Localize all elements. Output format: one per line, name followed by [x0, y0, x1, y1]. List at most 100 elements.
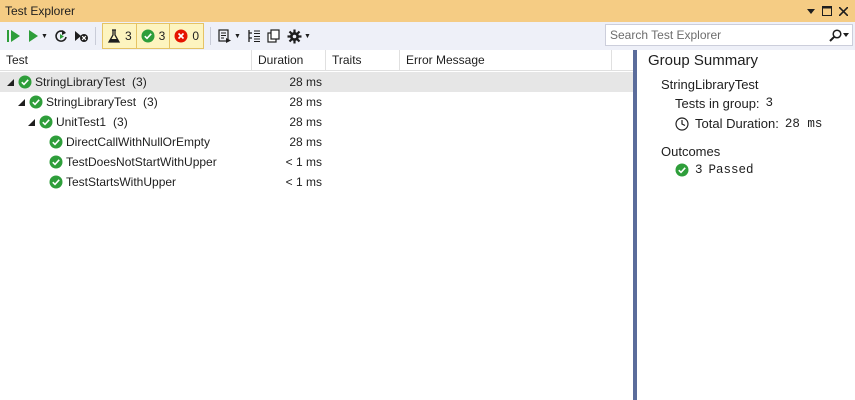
playlist-icon [218, 29, 231, 43]
settings-dropdown-caret[interactable]: ▼ [304, 33, 311, 40]
tree-row-name: TestDoesNotStartWithUpper [66, 155, 217, 169]
check-circle-icon [39, 115, 53, 129]
tree-row[interactable]: DirectCallWithNullOrEmpty 28 ms [0, 132, 633, 152]
outcome-filter-group: 3 3 0 [101, 23, 204, 49]
total-duration-value: 28 ms [784, 116, 823, 131]
x-circle-icon [174, 29, 188, 43]
tree-row-test-cell: DirectCallWithNullOrEmpty [49, 132, 210, 152]
outcomes-label: Outcomes [661, 144, 721, 159]
tree-row-duration: 28 ms [289, 115, 322, 129]
cancel-icon [74, 31, 88, 42]
column-header-spacer [612, 50, 633, 71]
tree-row[interactable]: TestStartsWithUpper < 1 ms [0, 172, 633, 192]
tree-row-count: (3) [132, 75, 147, 89]
maximize-icon [822, 6, 832, 16]
chevron-down-icon [807, 8, 815, 14]
summary-title: Group Summary [648, 52, 759, 69]
tree-row[interactable]: TestDoesNotStartWithUpper < 1 ms [0, 152, 633, 172]
group-summary-pane: Group Summary StringLibraryTest Tests in… [637, 50, 855, 400]
collapse-arrow-icon[interactable] [26, 112, 36, 132]
tree-row-name: DirectCallWithNullOrEmpty [66, 135, 211, 149]
search-input[interactable] [606, 25, 826, 45]
close-button[interactable] [835, 3, 851, 19]
total-duration: Total Duration: 28 ms [675, 116, 822, 131]
window-dropdown-button[interactable] [803, 3, 819, 19]
check-circle-icon [141, 29, 155, 43]
play-icon [29, 30, 38, 42]
total-tests-count: 3 [124, 29, 132, 43]
window-title: Test Explorer [5, 4, 76, 18]
tree-row[interactable]: StringLibraryTest (3) 28 ms [0, 92, 633, 112]
collapse-arrow-icon[interactable] [16, 92, 26, 112]
passed-outcome[interactable]: 3 Passed [675, 163, 754, 177]
tests-in-group: Tests in group: 3 [675, 96, 773, 111]
flask-icon [107, 29, 121, 43]
copy-icon [267, 29, 280, 43]
search-icon [829, 28, 842, 42]
gear-icon [287, 29, 302, 43]
check-circle-icon [49, 175, 63, 189]
window-buttons [803, 3, 855, 19]
toolbar-separator [94, 27, 96, 45]
test-list-pane: Test Duration Traits Error Message Strin… [0, 50, 633, 400]
check-circle-icon [29, 95, 43, 109]
tree-row-duration: < 1 ms [285, 175, 322, 189]
passed-label: Passed [708, 163, 754, 177]
passed-tests-count: 3 [158, 29, 166, 43]
group-by-hierarchy-button[interactable] [244, 25, 264, 47]
tree-row[interactable]: UnitTest1 (3) 28 ms [0, 112, 633, 132]
tree-row-duration: 28 ms [289, 95, 322, 109]
tree-row-name: StringLibraryTest [35, 75, 126, 89]
passed-count: 3 [695, 163, 703, 177]
tree-row-count: (3) [113, 115, 128, 129]
settings-button[interactable]: ▼ [284, 25, 314, 47]
check-circle-icon [49, 135, 63, 149]
tree-row-name: StringLibraryTest [46, 95, 137, 109]
column-header-error-message[interactable]: Error Message [400, 50, 612, 71]
repeat-last-run-button[interactable] [51, 25, 71, 47]
passed-tests-filter[interactable]: 3 [137, 24, 171, 48]
search-button[interactable] [826, 28, 852, 42]
toolbar-separator [210, 27, 211, 45]
run-all-button[interactable] [4, 25, 24, 47]
tree-row-count: (3) [143, 95, 158, 109]
maximize-button[interactable] [819, 3, 835, 19]
failed-tests-filter[interactable]: 0 [170, 24, 203, 48]
tree-row-duration: < 1 ms [285, 155, 322, 169]
playlist-dropdown-caret[interactable]: ▼ [234, 33, 241, 40]
hierarchy-icon [248, 30, 260, 42]
copy-button[interactable] [264, 25, 284, 47]
cancel-button[interactable] [71, 25, 91, 47]
tree-row-test-cell: StringLibraryTest (3) [16, 92, 158, 112]
tree-row-duration: 28 ms [289, 135, 322, 149]
toolbar: ▼ 3 3 0 ▼ ▼ [0, 22, 855, 50]
tests-in-group-label: Tests in group: [675, 96, 760, 111]
total-duration-label: Total Duration: [695, 116, 779, 131]
collapse-arrow-icon[interactable] [5, 72, 15, 92]
run-dropdown-caret[interactable]: ▼ [41, 33, 48, 40]
clock-icon [675, 116, 689, 131]
failed-tests-count: 0 [192, 29, 199, 43]
tree-row-test-cell: TestStartsWithUpper [49, 172, 176, 192]
close-icon [838, 6, 848, 16]
tree-row-test-cell: UnitTest1 (3) [26, 112, 128, 132]
tree-row-name: UnitTest1 [56, 115, 107, 129]
chevron-down-icon [843, 33, 849, 37]
tree-row-test-cell: TestDoesNotStartWithUpper [49, 152, 217, 172]
total-tests-filter[interactable]: 3 [103, 24, 137, 48]
column-header-test[interactable]: Test [0, 50, 252, 71]
column-header-traits[interactable]: Traits [326, 50, 400, 71]
run-all-icon [7, 30, 20, 42]
tree-row-test-cell: StringLibraryTest (3) [5, 72, 147, 92]
column-header-duration[interactable]: Duration [252, 50, 326, 71]
tree-row[interactable]: StringLibraryTest (3) 28 ms [0, 72, 633, 92]
repeat-icon [55, 30, 67, 42]
summary-group-name: StringLibraryTest [661, 77, 759, 92]
run-button[interactable]: ▼ [24, 25, 51, 47]
check-circle-icon [49, 155, 63, 169]
tests-in-group-value: 3 [765, 96, 774, 110]
playlist-button[interactable]: ▼ [215, 25, 244, 47]
search-box [605, 24, 853, 46]
check-circle-icon [18, 75, 32, 89]
tree-row-duration: 28 ms [289, 75, 322, 89]
